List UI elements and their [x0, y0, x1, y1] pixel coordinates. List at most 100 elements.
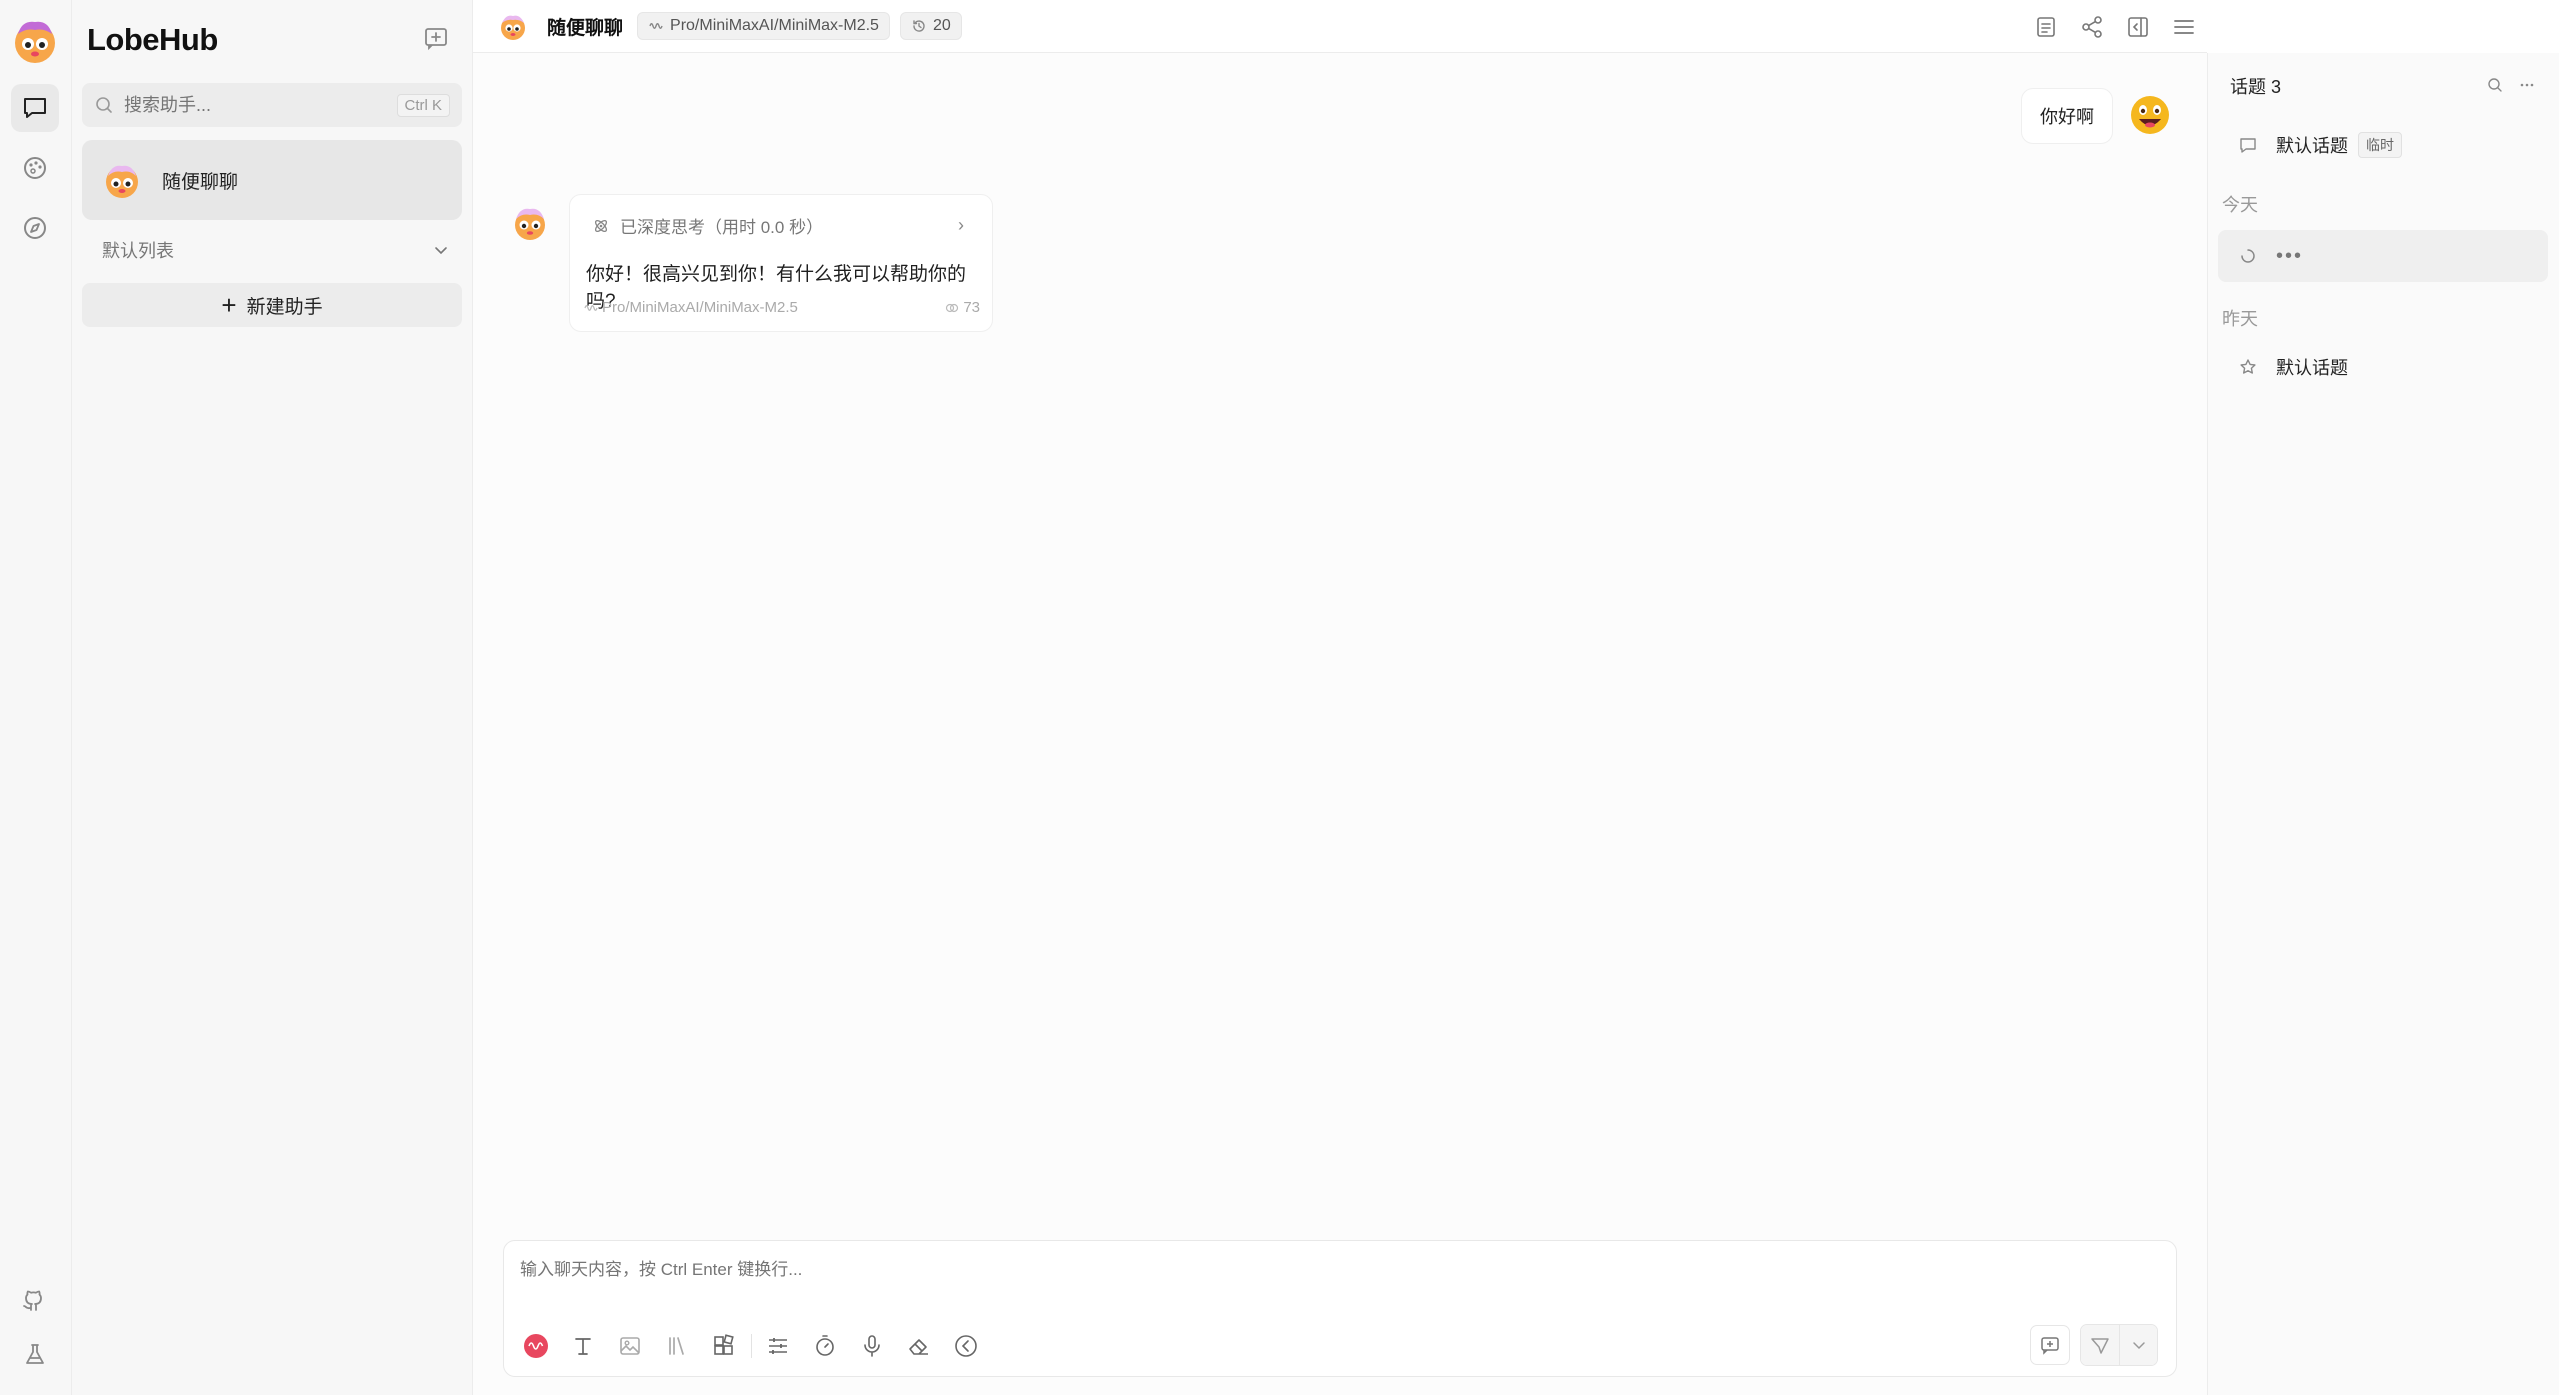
- chat-input-area: [503, 1240, 2177, 1377]
- assistant-search[interactable]: Ctrl K: [82, 83, 462, 127]
- history-icon: [913, 20, 925, 32]
- palette-icon: [24, 157, 46, 179]
- user-avatar[interactable]: [2129, 94, 2171, 136]
- compass-icon: [24, 217, 46, 239]
- files-nav-button[interactable]: [11, 144, 59, 192]
- group-label: 默认列表: [102, 241, 174, 261]
- header-actions: [2023, 0, 2207, 53]
- sliders-icon: [769, 1338, 787, 1354]
- clear-button[interactable]: [899, 1326, 939, 1366]
- flask-icon: [26, 1344, 44, 1364]
- toggle-panel-button[interactable]: [2115, 0, 2161, 53]
- history-limit-button[interactable]: [805, 1326, 845, 1366]
- brand-title: LobeHub: [87, 22, 218, 57]
- topic-more-button[interactable]: [2511, 71, 2543, 99]
- topic-panel: 话题 3 默认话题 临时 今天 ••• 昨天 默认话题: [2207, 53, 2559, 1395]
- session-sidebar: LobeHub Ctrl K 随便聊聊 默认列表 + 新建助手: [72, 0, 473, 1395]
- hamburger-icon: [2174, 19, 2194, 34]
- message-meta: Pro/MiniMaxAI/MiniMax-M2.5 73: [584, 299, 980, 316]
- export-button[interactable]: [2023, 0, 2069, 53]
- send-button-group: [2080, 1324, 2158, 1366]
- github-button[interactable]: [11, 1276, 59, 1324]
- new-topic-button[interactable]: [2030, 1325, 2070, 1365]
- labs-button[interactable]: [11, 1331, 59, 1379]
- lobehub-logo-icon[interactable]: [10, 16, 60, 66]
- model-switch-button[interactable]: [516, 1326, 556, 1366]
- token-icon: [946, 303, 959, 312]
- topic-search-button[interactable]: [2479, 71, 2511, 99]
- upload-image-button[interactable]: [610, 1326, 650, 1366]
- chat-input[interactable]: [520, 1255, 2160, 1295]
- search-icon: [2488, 78, 2502, 92]
- eraser-icon: [909, 1339, 928, 1355]
- search-icon: [96, 97, 112, 113]
- blocks-icon: [714, 1334, 734, 1355]
- default-group-header[interactable]: 默认列表: [82, 232, 462, 268]
- send-options-button[interactable]: [2119, 1325, 2157, 1365]
- token-count: 73: [963, 299, 980, 316]
- message-model: Pro/MiniMaxAI/MiniMax-M2.5: [602, 299, 798, 316]
- topic-item-default-temp[interactable]: 默认话题 临时: [2218, 119, 2548, 171]
- topic-label: 默认话题: [2276, 136, 2348, 156]
- chat-header: 随便聊聊 Pro/MiniMaxAI/MiniMax-M2.5 20: [473, 0, 2207, 53]
- params-button[interactable]: [758, 1326, 798, 1366]
- model-tag-label: Pro/MiniMaxAI/MiniMax-M2.5: [670, 17, 879, 34]
- microphone-icon: [864, 1335, 880, 1357]
- assistant-avatar[interactable]: [509, 202, 551, 244]
- type-icon: [575, 1338, 591, 1355]
- document-icon: [2037, 16, 2055, 37]
- collapse-toolbar-button[interactable]: [946, 1326, 986, 1366]
- topic-group-today: 今天: [2222, 195, 2258, 215]
- chat-nav-button[interactable]: [11, 84, 59, 132]
- voice-input-button[interactable]: [852, 1326, 892, 1366]
- send-icon: [2091, 1338, 2109, 1354]
- topic-item-default[interactable]: 默认话题: [2218, 341, 2548, 393]
- topic-label: 默认话题: [2276, 358, 2348, 378]
- chevron-down-icon: [2132, 1342, 2145, 1350]
- temp-badge: 临时: [2358, 132, 2402, 158]
- share-icon: [2082, 15, 2102, 38]
- topic-panel-actions: [2479, 71, 2543, 99]
- topic-panel-title: 话题 3: [2230, 77, 2282, 97]
- assistant-avatar: [501, 15, 525, 40]
- input-toolbar: [516, 1326, 993, 1366]
- message-plus-icon: [2041, 1337, 2059, 1355]
- chevron-right-icon[interactable]: ›: [958, 215, 964, 236]
- plugins-button[interactable]: [704, 1326, 744, 1366]
- message-square-icon: [2240, 138, 2256, 153]
- search-shortcut-hint: Ctrl K: [396, 93, 450, 117]
- search-input[interactable]: [124, 94, 397, 116]
- model-logo-icon: [524, 1334, 548, 1358]
- model-icon: [649, 23, 663, 29]
- chat-title[interactable]: 随便聊聊: [547, 13, 623, 40]
- session-item[interactable]: 随便聊聊: [82, 140, 462, 220]
- assistant-avatar: [106, 165, 138, 198]
- user-message[interactable]: 你好啊: [2021, 88, 2113, 144]
- model-icon: [584, 304, 598, 311]
- send-button[interactable]: [2081, 1325, 2119, 1365]
- knowledge-base-button[interactable]: [657, 1326, 697, 1366]
- assistant-message: 已深度思考（用时 0.0 秒） › 你好！很高兴见到你！有什么我可以帮助你的吗?…: [569, 194, 993, 332]
- share-button[interactable]: [2069, 0, 2115, 53]
- model-tag[interactable]: Pro/MiniMaxAI/MiniMax-M2.5: [637, 12, 890, 40]
- history-tag[interactable]: 20: [899, 12, 962, 40]
- timer-icon: [816, 1335, 834, 1356]
- new-assistant-button[interactable]: + 新建助手: [82, 283, 462, 327]
- history-count: 20: [932, 17, 951, 34]
- chevron-down-icon: [435, 247, 447, 255]
- star-icon[interactable]: [2238, 357, 2258, 377]
- spinner-icon: [2241, 249, 2255, 263]
- send-area: [2020, 1324, 2158, 1366]
- plus-icon: +: [221, 290, 237, 320]
- new-chat-icon[interactable]: [420, 22, 452, 54]
- thinking-toggle[interactable]: 已深度思考（用时 0.0 秒）: [592, 213, 823, 238]
- menu-button[interactable]: [2161, 0, 2207, 53]
- github-icon: [23, 1290, 42, 1311]
- panel-right-icon: [2128, 16, 2148, 37]
- text-format-button[interactable]: [563, 1326, 603, 1366]
- topic-item-loading[interactable]: •••: [2218, 230, 2548, 282]
- discover-nav-button[interactable]: [11, 204, 59, 252]
- app-window: LobeHub Ctrl K 随便聊聊 默认列表 + 新建助手: [0, 0, 2559, 1395]
- more-horizontal-icon: [2520, 83, 2534, 87]
- session-name: 随便聊聊: [162, 171, 239, 193]
